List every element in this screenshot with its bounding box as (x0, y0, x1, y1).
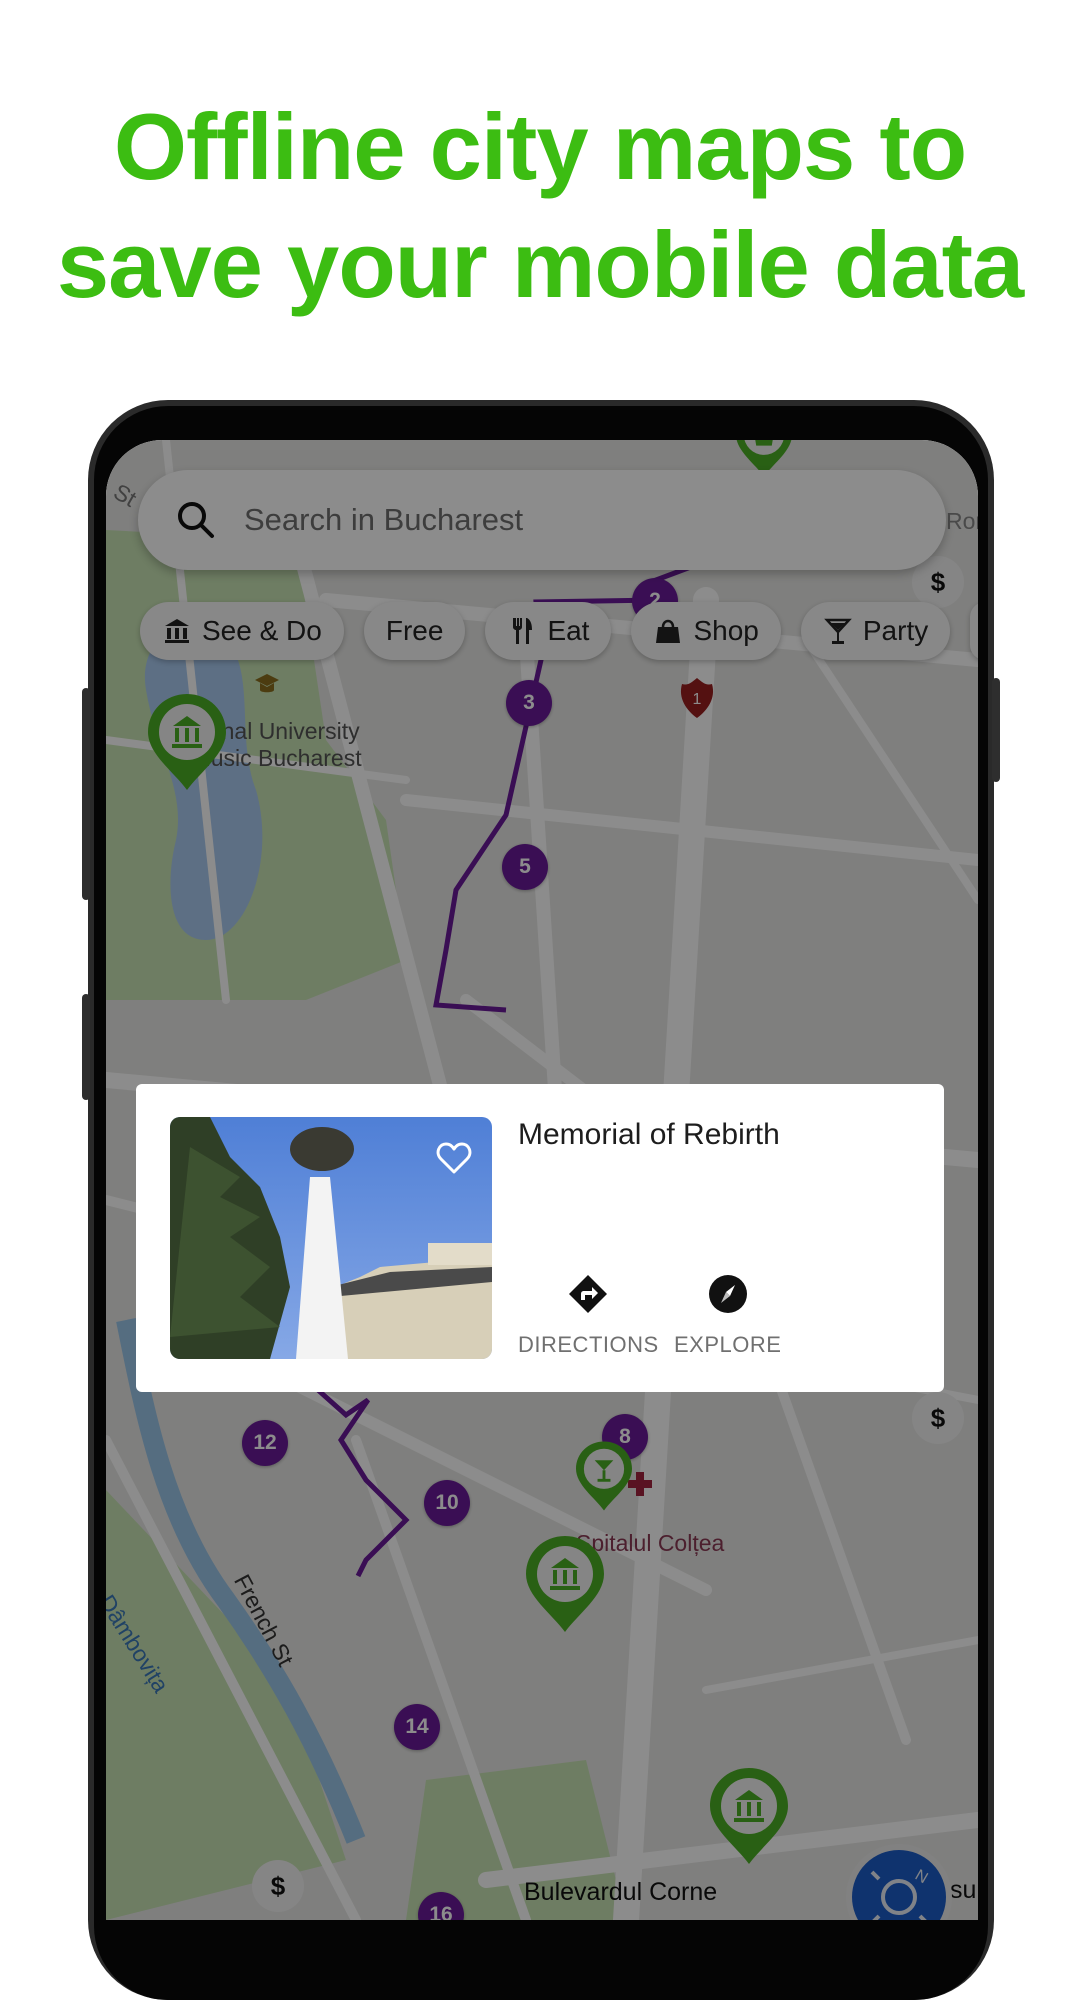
promo-headline: Offline city maps to save your mobile da… (0, 88, 1080, 324)
headline-line-1: Offline city maps to (113, 94, 967, 199)
chip-party[interactable]: Party (800, 602, 951, 660)
directions-icon (569, 1275, 608, 1313)
chip-label: Eat (547, 615, 590, 646)
explore-label: EXPLORE (674, 1332, 782, 1357)
chip-label: Free (385, 615, 444, 646)
fork-knife-icon (513, 618, 533, 644)
place-photo[interactable] (170, 1117, 492, 1359)
place-card[interactable]: Memorial of Rebirth DIRECTIONS EXPLORE (136, 1084, 944, 1392)
directions-label: DIRECTIONS (518, 1332, 659, 1357)
chip-more[interactable] (970, 602, 978, 660)
shopping-bag-icon (656, 619, 681, 643)
chip-see-do[interactable]: See & Do (140, 602, 344, 660)
compass-icon (708, 1275, 747, 1313)
headline-line-2: save your mobile data (56, 212, 1024, 317)
cocktail-icon (824, 618, 852, 644)
chip-label: Shop (693, 615, 759, 646)
category-chips: See & Do Free Eat Shop Party (140, 602, 978, 664)
chip-label: See & Do (202, 615, 322, 646)
directions-button[interactable]: DIRECTIONS (518, 1274, 659, 1358)
chip-eat[interactable]: Eat (485, 602, 612, 660)
search-input[interactable]: Search in Bucharest (244, 502, 523, 538)
favorite-heart-icon[interactable] (436, 1141, 472, 1175)
phone-volume-down-button (82, 994, 90, 1100)
chip-label: Party (862, 615, 929, 646)
chip-shop[interactable]: Shop (631, 602, 781, 660)
chip-free[interactable]: Free (363, 602, 466, 660)
explore-button[interactable]: EXPLORE (674, 1274, 781, 1358)
search-bar[interactable]: Search in Bucharest (138, 470, 946, 570)
museum-icon (165, 619, 189, 643)
search-icon (178, 502, 214, 538)
phone-volume-up-button (82, 688, 90, 900)
place-title: Memorial of Rebirth (518, 1118, 780, 1151)
phone-power-button (992, 678, 1000, 782)
